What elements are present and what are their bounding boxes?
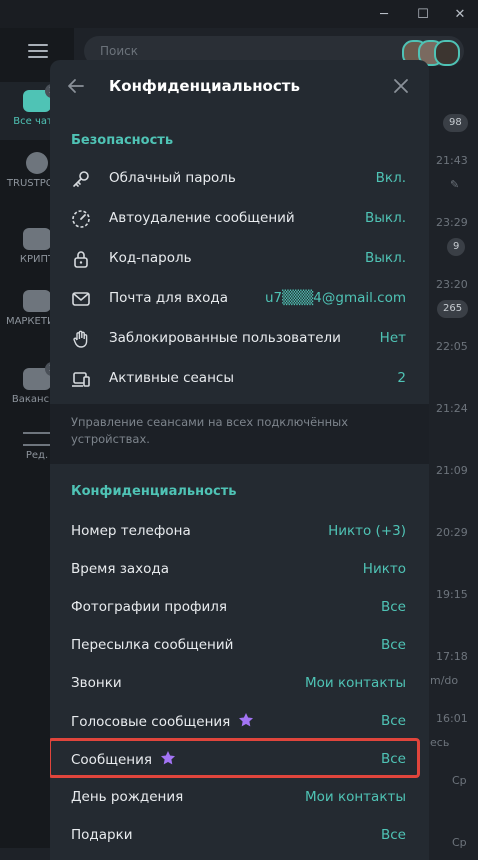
row-value: Все xyxy=(381,637,406,653)
privacy-settings-dialog: Конфиденциальность Безопасность Облачный… xyxy=(50,60,429,860)
row-value: Никто xyxy=(362,561,406,577)
back-arrow-icon[interactable] xyxy=(66,76,86,96)
megaphone-icon xyxy=(23,290,51,312)
row-label: Звонки xyxy=(71,675,122,691)
folder-label: Ред. xyxy=(25,450,49,461)
row-birthday[interactable]: День рождения Мои контакты xyxy=(50,778,429,816)
dialog-header: Конфиденциальность xyxy=(50,60,429,114)
devices-icon xyxy=(70,368,92,390)
row-value: Нет xyxy=(379,330,406,346)
minimize-button[interactable]: ─ xyxy=(372,4,396,24)
folder-label: КРИПТ xyxy=(19,254,55,265)
chat-time: 19:15 xyxy=(436,588,468,601)
row-value: Выкл. xyxy=(365,250,406,266)
chat-time: 17:18 xyxy=(436,650,468,663)
lock-icon xyxy=(70,248,92,270)
key-icon xyxy=(70,168,92,190)
row-voice-messages[interactable]: Голосовые сообщения Все xyxy=(50,702,429,740)
row-label: Время захода xyxy=(71,561,170,577)
row-gifts[interactable]: Подарки Все xyxy=(50,816,429,854)
timer-icon xyxy=(70,208,92,230)
sliders-icon xyxy=(23,432,51,446)
chat-time: 16:01 xyxy=(436,712,468,725)
row-label: Код-пароль xyxy=(109,250,192,266)
close-icon[interactable] xyxy=(393,78,409,94)
row-label: Номер телефона xyxy=(71,523,191,539)
row-phone-number[interactable]: Номер телефона Никто (+3) xyxy=(50,512,429,550)
row-last-seen[interactable]: Время захода Никто xyxy=(50,550,429,588)
chat-time: 23:29 xyxy=(436,216,468,229)
chat-time: 21:43 xyxy=(436,154,468,167)
row-label: Автоудаление сообщений xyxy=(109,210,295,226)
search-placeholder: Поиск xyxy=(100,44,139,58)
hand-icon xyxy=(70,328,92,350)
row-label: Голосовые сообщения xyxy=(71,712,254,730)
row-label-text: Сообщения xyxy=(71,752,153,768)
sessions-note: Управление сеансами на всех подключённых… xyxy=(50,404,429,464)
row-value: Все xyxy=(381,751,406,767)
chat-time: 23:20 xyxy=(436,278,468,291)
premium-star-icon xyxy=(239,713,254,727)
row-value: Мои контакты xyxy=(304,675,406,691)
row-label: Заблокированные пользователи xyxy=(109,330,341,346)
row-label: Сообщения xyxy=(71,750,176,768)
row-value: Все xyxy=(381,713,406,729)
row-profile-photos[interactable]: Фотографии профиля Все xyxy=(50,588,429,626)
row-forwarded-messages[interactable]: Пересылка сообщений Все xyxy=(50,626,429,664)
pin-icon: ✎ xyxy=(450,178,460,191)
chat-time: 21:09 xyxy=(436,464,468,477)
chat-time: Ср xyxy=(452,836,467,849)
mail-icon xyxy=(70,288,92,310)
chat-preview: есь xyxy=(430,736,450,749)
unread-badge: 98 xyxy=(443,114,468,132)
row-value: Все xyxy=(381,599,406,615)
row-label: Пересылка сообщений xyxy=(71,637,234,653)
row-label: Фотографии профиля xyxy=(71,599,228,615)
row-cloud-password[interactable]: Облачный пароль Вкл. xyxy=(50,158,429,198)
row-label-text: Голосовые сообщения xyxy=(71,714,231,730)
row-value: Вкл. xyxy=(375,170,406,186)
row-blocked-users[interactable]: Заблокированные пользователи Нет xyxy=(50,318,429,358)
chat-time: 22:05 xyxy=(436,340,468,353)
section-title-security: Безопасность xyxy=(71,133,174,148)
row-value: Все xyxy=(381,827,406,843)
unread-badge: 265 xyxy=(437,300,469,318)
maximize-button[interactable]: ☐ xyxy=(411,4,435,24)
row-value: Выкл. xyxy=(365,210,406,226)
folder-icon: 2 xyxy=(23,362,59,390)
avatar xyxy=(434,40,460,66)
row-passcode[interactable]: Код-пароль Выкл. xyxy=(50,238,429,278)
menu-icon[interactable] xyxy=(28,44,48,58)
window-close-button[interactable]: ✕ xyxy=(448,4,472,24)
row-active-sessions[interactable]: Активные сеансы 2 xyxy=(50,358,429,398)
row-label: Активные сеансы xyxy=(109,370,234,386)
row-label: Почта для входа xyxy=(109,290,229,306)
chat-time: Ср xyxy=(452,774,467,787)
row-value: u7▒▒▒4@gmail.com xyxy=(265,290,406,306)
row-value: 2 xyxy=(397,370,406,386)
folder-icon xyxy=(23,228,51,250)
row-label: День рождения xyxy=(71,789,184,805)
row-login-email[interactable]: Почта для входа u7▒▒▒4@gmail.com xyxy=(50,278,429,318)
chat-preview: m/do xyxy=(430,674,459,687)
row-auto-delete[interactable]: Автоудаление сообщений Выкл. xyxy=(50,198,429,238)
unread-badge: 9 xyxy=(447,238,466,256)
dialog-title: Конфиденциальность xyxy=(109,77,300,95)
chats-icon: 2 xyxy=(23,84,59,112)
chat-time: 20:29 xyxy=(436,526,468,539)
window-titlebar: ─ ☐ ✕ xyxy=(0,0,478,28)
chat-time: 21:24 xyxy=(436,402,468,415)
row-value: Никто (+3) xyxy=(328,523,406,539)
section-title-privacy: Конфиденциальность xyxy=(71,484,237,499)
premium-star-icon xyxy=(161,751,176,765)
row-label: Облачный пароль xyxy=(109,170,236,186)
row-value: Мои контакты xyxy=(304,789,406,805)
row-messages[interactable]: Сообщения Все xyxy=(50,738,429,778)
row-label: Подарки xyxy=(71,827,133,843)
row-calls[interactable]: Звонки Мои контакты xyxy=(50,664,429,702)
bitcoin-icon xyxy=(26,152,48,174)
